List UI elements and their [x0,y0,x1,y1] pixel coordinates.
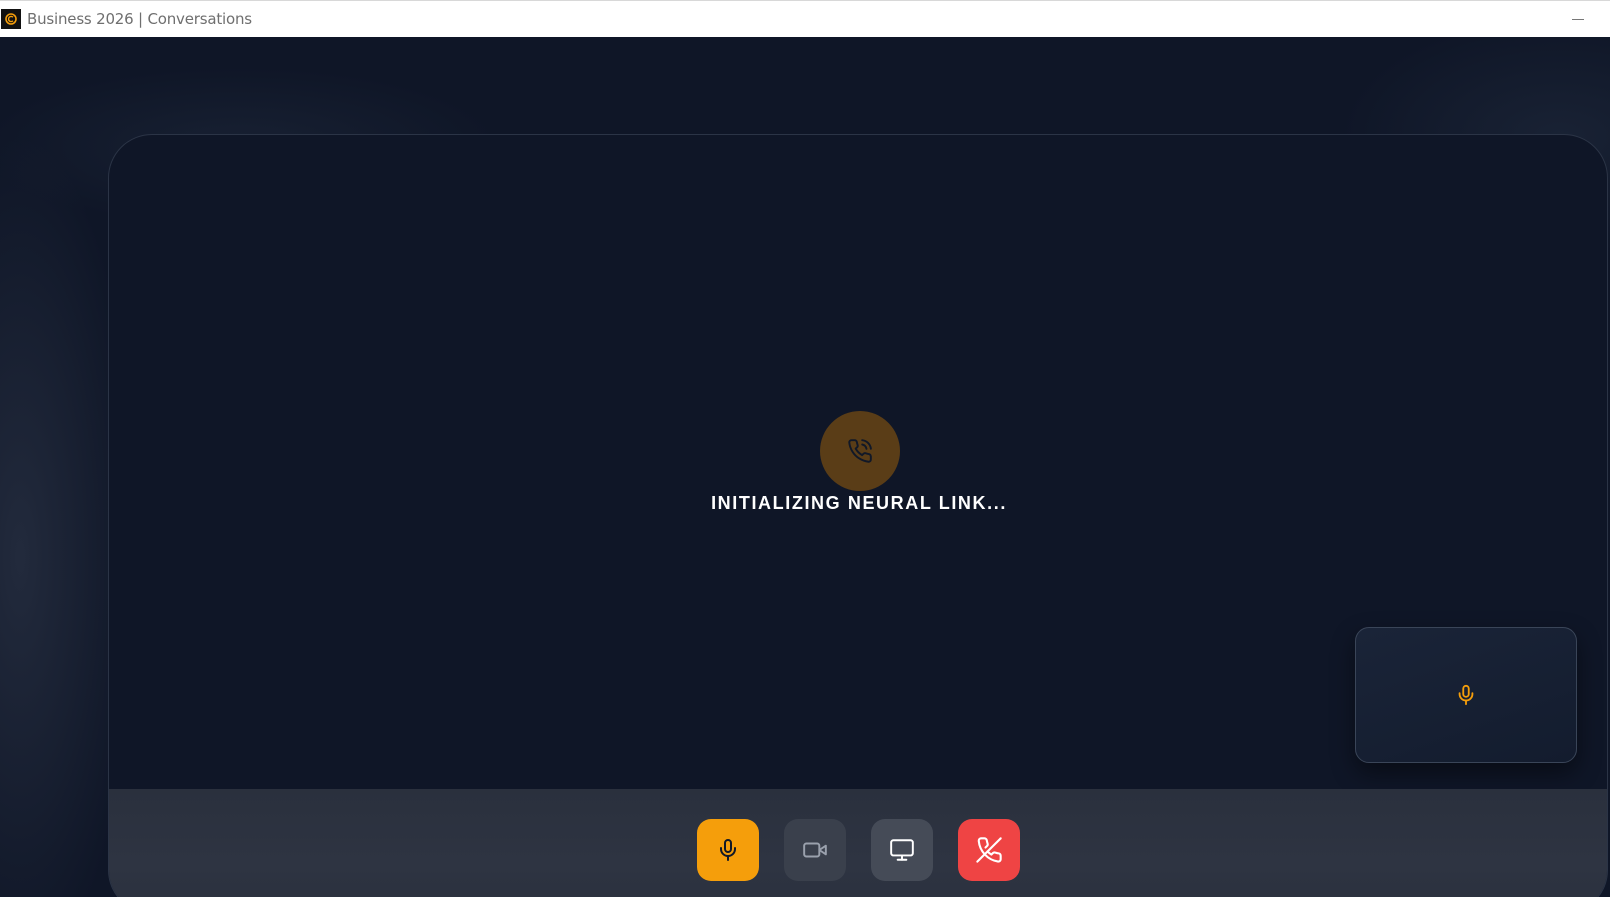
monitor-icon [890,839,914,861]
minimize-icon [1572,18,1584,20]
microphone-icon [720,839,736,861]
self-view-tile[interactable] [1355,627,1577,763]
call-control-bar [109,789,1607,897]
mic-toggle-button[interactable] [697,819,759,881]
call-card: INITIALIZING NEURAL LINK... [108,134,1608,897]
end-call-button[interactable] [958,819,1020,881]
phone-call-icon [820,411,900,491]
minimize-button[interactable] [1568,9,1588,29]
phone-off-icon [976,837,1002,863]
video-camera-icon [803,842,827,858]
call-controls [697,819,1020,881]
app-logo-icon [1,9,21,29]
video-toggle-button[interactable] [784,819,846,881]
window-title: Business 2026 | Conversations [27,10,252,28]
screen-share-button[interactable] [871,819,933,881]
microphone-icon [1458,684,1474,706]
connection-status-text: INITIALIZING NEURAL LINK... [711,493,1007,513]
title-bar: Business 2026 | Conversations [0,0,1610,37]
app-window: Business 2026 | Conversations INITIALIZI… [0,0,1610,897]
